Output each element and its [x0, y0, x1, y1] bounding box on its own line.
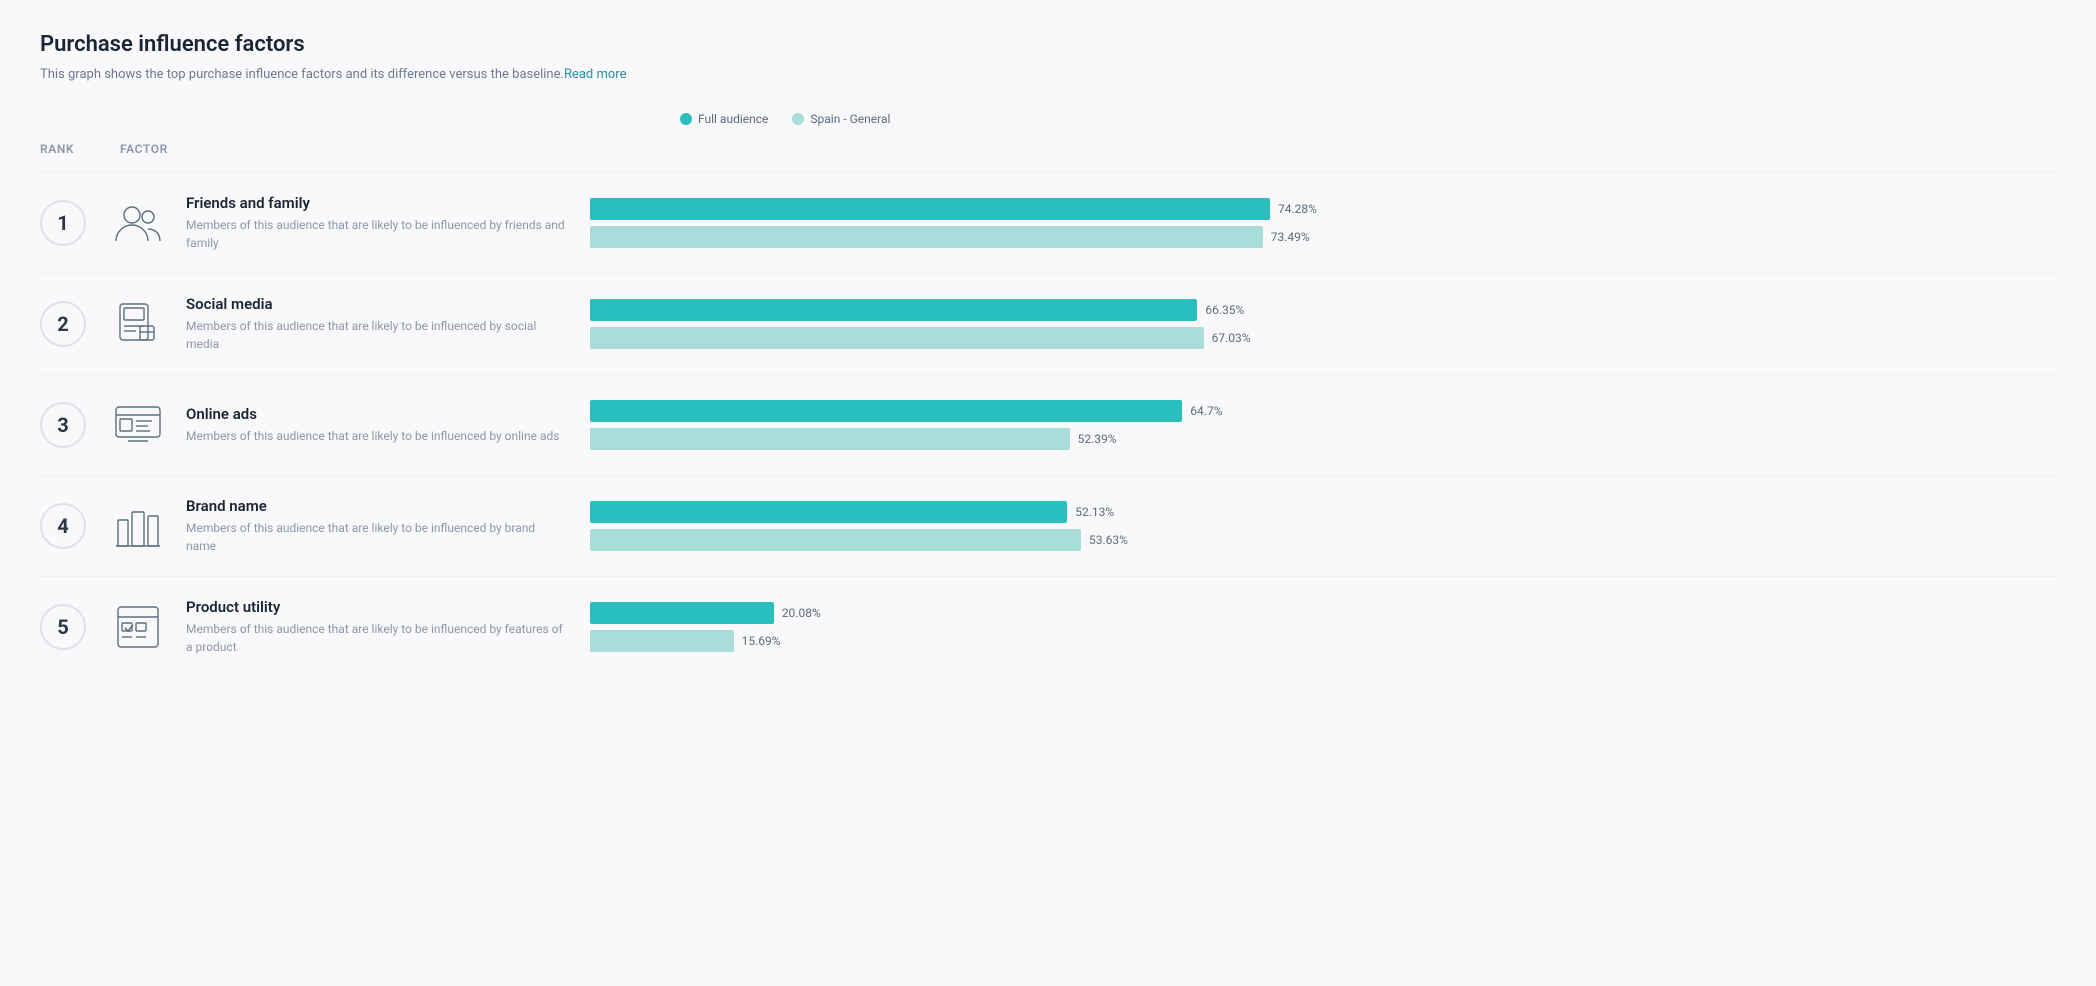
bar-full-4 — [590, 501, 1067, 523]
bar-baseline-5 — [590, 630, 734, 652]
bar-full-2 — [590, 299, 1197, 321]
subtitle: This graph shows the top purchase influe… — [40, 67, 2056, 82]
bar-baseline-row-1: 73.49% — [590, 226, 2056, 248]
bar-baseline-row-4: 53.63% — [590, 529, 2056, 551]
rank-badge-2: 2 — [40, 301, 86, 347]
legend-full-label: Full audience — [698, 112, 768, 126]
bar-baseline-label-1: 73.49% — [1271, 230, 1310, 244]
bar-full-3 — [590, 400, 1182, 422]
table-row: 4 Brand name Members of this audience th… — [40, 475, 2056, 576]
bar-baseline-row-5: 15.69% — [590, 630, 2056, 652]
bar-baseline-label-2: 67.03% — [1212, 331, 1251, 345]
bar-baseline-4 — [590, 529, 1081, 551]
table-row: 1 Friends and family Members of this aud… — [40, 172, 2056, 273]
table-row: 5 Product utility Members of this audien… — [40, 576, 2056, 677]
bars-col-1: 74.28% 73.49% — [566, 198, 2056, 248]
bar-full-5 — [590, 602, 774, 624]
bar-baseline-row-2: 67.03% — [590, 327, 2056, 349]
factor-name-2: Social media — [186, 295, 566, 313]
factor-text-5: Product utility Members of this audience… — [186, 598, 566, 656]
factor-desc-2: Members of this audience that are likely… — [186, 317, 566, 353]
table-header: Rank Factor — [40, 142, 2056, 164]
factor-text-3: Online ads Members of this audience that… — [186, 405, 566, 445]
bar-full-1 — [590, 198, 1270, 220]
legend-full-dot — [680, 113, 692, 125]
bar-baseline-3 — [590, 428, 1070, 450]
rank-badge-4: 4 — [40, 503, 86, 549]
bar-full-label-3: 64.7% — [1190, 404, 1222, 418]
factor-icon-product — [106, 595, 170, 659]
factor-name-1: Friends and family — [186, 194, 566, 212]
legend-baseline-dot — [792, 113, 804, 125]
bar-full-row-4: 52.13% — [590, 501, 2056, 523]
factor-name-3: Online ads — [186, 405, 566, 423]
factor-text-1: Friends and family Members of this audie… — [186, 194, 566, 252]
col-rank-header: Rank — [40, 142, 120, 156]
factor-icon-friends — [106, 191, 170, 255]
bar-baseline-label-4: 53.63% — [1089, 533, 1128, 547]
legend-baseline: Spain - General — [792, 112, 890, 126]
bar-full-label-4: 52.13% — [1075, 505, 1114, 519]
page-title: Purchase influence factors — [40, 32, 2056, 57]
bar-full-label-1: 74.28% — [1278, 202, 1317, 216]
factor-desc-4: Members of this audience that are likely… — [186, 519, 566, 555]
bars-col-5: 20.08% 15.69% — [566, 602, 2056, 652]
rank-badge-5: 5 — [40, 604, 86, 650]
bar-baseline-2 — [590, 327, 1204, 349]
factor-name-5: Product utility — [186, 598, 566, 616]
factor-desc-5: Members of this audience that are likely… — [186, 620, 566, 656]
factor-icon-brand — [106, 494, 170, 558]
bars-col-2: 66.35% 67.03% — [566, 299, 2056, 349]
bar-full-row-5: 20.08% — [590, 602, 2056, 624]
col-factor-header: Factor — [120, 142, 680, 156]
legend-full: Full audience — [680, 112, 768, 126]
table-row: 3 Online ads Members of this audience th… — [40, 374, 2056, 475]
bar-full-row-1: 74.28% — [590, 198, 2056, 220]
factor-text-4: Brand name Members of this audience that… — [186, 497, 566, 555]
table-row: 2 Social media Members of this audience … — [40, 273, 2056, 374]
bar-full-label-5: 20.08% — [782, 606, 821, 620]
bar-full-row-3: 64.7% — [590, 400, 2056, 422]
factor-desc-1: Members of this audience that are likely… — [186, 216, 566, 252]
factor-desc-3: Members of this audience that are likely… — [186, 427, 566, 445]
read-more-link[interactable]: Read more — [564, 67, 627, 82]
factor-icon-social — [106, 292, 170, 356]
rank-badge-3: 3 — [40, 402, 86, 448]
bar-full-row-2: 66.35% — [590, 299, 2056, 321]
factor-icon-ads — [106, 393, 170, 457]
legend: Full audience Spain - General — [680, 112, 2056, 126]
rank-badge-1: 1 — [40, 200, 86, 246]
bar-baseline-label-5: 15.69% — [742, 634, 781, 648]
bar-baseline-row-3: 52.39% — [590, 428, 2056, 450]
bars-col-3: 64.7% 52.39% — [566, 400, 2056, 450]
bars-col-4: 52.13% 53.63% — [566, 501, 2056, 551]
bar-full-label-2: 66.35% — [1205, 303, 1244, 317]
bar-baseline-1 — [590, 226, 1263, 248]
factor-name-4: Brand name — [186, 497, 566, 515]
legend-baseline-label: Spain - General — [810, 112, 890, 126]
rows-container: 1 Friends and family Members of this aud… — [40, 172, 2056, 677]
bar-baseline-label-3: 52.39% — [1078, 432, 1117, 446]
factor-text-2: Social media Members of this audience th… — [186, 295, 566, 353]
